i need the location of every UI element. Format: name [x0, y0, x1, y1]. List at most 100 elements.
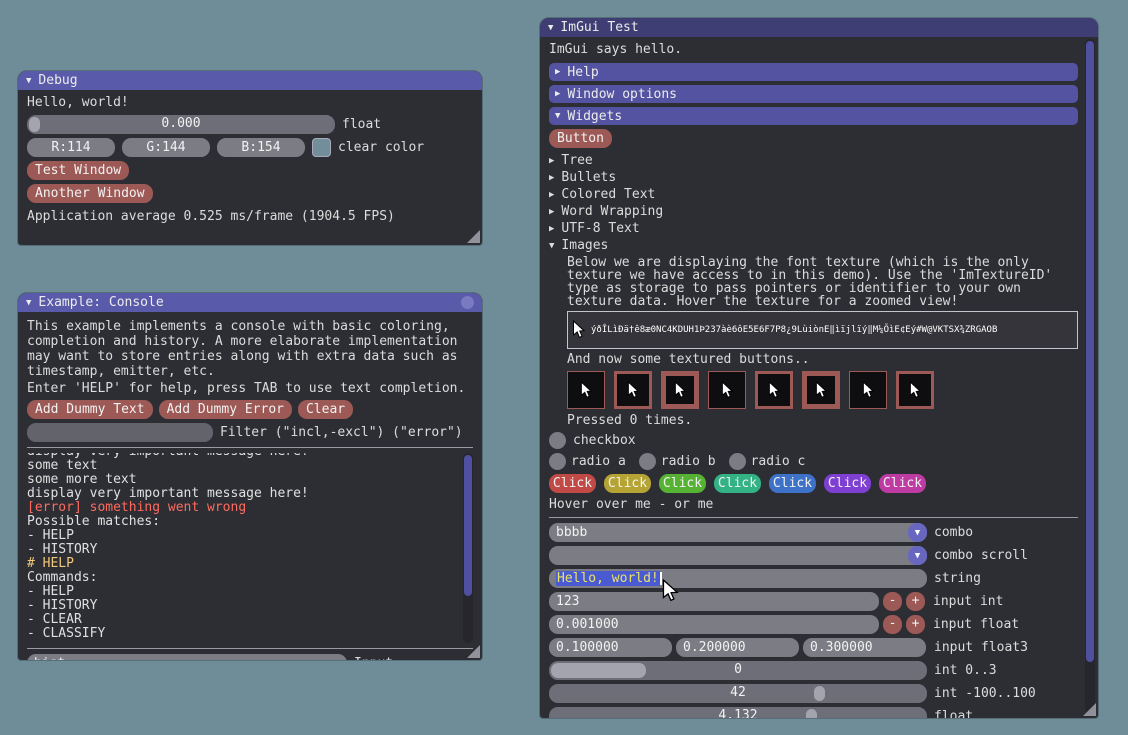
scrollbar-thumb[interactable] — [1086, 41, 1094, 662]
float3-x-value: 0.100000 — [556, 640, 619, 655]
log-line: some more text — [27, 473, 457, 487]
console-titlebar[interactable]: ▼ Example: Console — [18, 293, 482, 312]
combo-arrow-button[interactable]: ▼ — [908, 546, 927, 565]
int-range-slider[interactable]: 42 — [549, 684, 927, 703]
font-texture-image[interactable]: úÇf}·(ü)[]‖X¼ŷñ¾ÒÓÔÕÖ×ØÙÛ½¾šŽ8éê/â≤èbíìŷ… — [567, 311, 1078, 349]
log-line: # HELP — [27, 557, 457, 571]
float3-input-x[interactable]: 0.100000 — [549, 638, 672, 657]
image-button[interactable] — [802, 371, 840, 409]
command-input-value: hist — [34, 656, 65, 660]
cursor-icon — [815, 381, 827, 400]
tree-node-tree[interactable]: ▶ Tree — [549, 152, 1078, 169]
scrollbar[interactable] — [463, 453, 473, 643]
float-input[interactable]: 0.001000 — [549, 615, 879, 634]
window-options-header[interactable]: ▶ Window options — [549, 85, 1078, 103]
close-button[interactable] — [461, 296, 474, 309]
click-button-4[interactable]: Click — [714, 474, 761, 493]
color-g-drag[interactable]: G:144 — [122, 138, 210, 157]
log-line: - HELP — [27, 529, 457, 543]
color-b-value: B:154 — [241, 140, 280, 155]
float-slider[interactable]: 0.000 — [27, 115, 335, 134]
console-command-input[interactable]: hist — [27, 654, 347, 660]
cursor-icon — [768, 381, 780, 400]
debug-titlebar[interactable]: ▼ Debug — [18, 71, 482, 90]
log-line: some text — [27, 459, 457, 473]
image-button[interactable] — [614, 371, 652, 409]
console-input-label: Input — [354, 656, 393, 660]
log-line: - HISTORY — [27, 599, 457, 613]
log-line: - CLEAR — [27, 613, 457, 627]
filter-input[interactable] — [27, 423, 213, 442]
float-range-slider[interactable]: 4.132 — [549, 707, 927, 718]
resize-grip[interactable] — [467, 645, 480, 658]
resize-grip[interactable] — [467, 230, 480, 243]
float-slider-value: 0.000 — [27, 116, 335, 131]
collapse-arrow-icon[interactable]: ▼ — [26, 76, 31, 86]
clear-button[interactable]: Clear — [298, 400, 353, 419]
text-caret — [660, 572, 662, 585]
imgui-test-titlebar[interactable]: ▼ ImGui Test — [540, 18, 1098, 37]
resize-grip[interactable] — [1083, 703, 1096, 716]
radio-a-widget[interactable] — [549, 453, 566, 470]
image-buttons-row — [567, 371, 1078, 409]
radio-c-widget[interactable] — [729, 453, 746, 470]
image-button[interactable] — [896, 371, 934, 409]
scrollbar-thumb[interactable] — [464, 455, 472, 596]
hello-world-text: Hello, world! — [27, 95, 473, 110]
chevron-down-icon: ▼ — [915, 528, 920, 538]
click-button-6[interactable]: Click — [824, 474, 871, 493]
float-decrement-button[interactable]: - — [883, 615, 902, 634]
radio-b-widget[interactable] — [639, 453, 656, 470]
click-button-7[interactable]: Click — [879, 474, 926, 493]
int-input[interactable]: 123 — [549, 592, 879, 611]
image-button[interactable] — [661, 371, 699, 409]
add-dummy-error-button[interactable]: Add Dummy Error — [159, 400, 292, 419]
help-header[interactable]: ▶ Help — [549, 63, 1078, 81]
widgets-header[interactable]: ▼ Widgets — [549, 107, 1078, 125]
image-button[interactable] — [849, 371, 887, 409]
add-dummy-text-button[interactable]: Add Dummy Text — [27, 400, 153, 419]
collapse-arrow-icon[interactable]: ▼ — [26, 298, 31, 308]
int-decrement-button[interactable]: - — [883, 592, 902, 611]
console-log[interactable]: display very important message here! som… — [27, 453, 473, 643]
click-button-2[interactable]: Click — [604, 474, 651, 493]
tree-node-colored-text[interactable]: ▶ Colored Text — [549, 186, 1078, 203]
float3-input-y[interactable]: 0.200000 — [676, 638, 799, 657]
int-slider-label: int 0..3 — [934, 663, 997, 678]
image-button[interactable] — [708, 371, 746, 409]
click-button-3[interactable]: Click — [659, 474, 706, 493]
int-slider[interactable]: 0 — [549, 661, 927, 680]
scrollbar[interactable] — [1085, 39, 1095, 714]
another-window-button[interactable]: Another Window — [27, 184, 153, 203]
color-r-drag[interactable]: R:114 — [27, 138, 115, 157]
tree-node-utf8-text[interactable]: ▶ UTF-8 Text — [549, 220, 1078, 237]
combo-arrow-button[interactable]: ▼ — [908, 523, 927, 542]
checkbox-label: checkbox — [573, 433, 636, 448]
hover-text[interactable]: Hover over me - or me — [549, 497, 1078, 512]
window-title: ImGui Test — [560, 20, 638, 35]
button-widget[interactable]: Button — [549, 129, 612, 148]
checkbox-widget[interactable] — [549, 432, 566, 449]
image-button[interactable] — [755, 371, 793, 409]
tree-node-label: Bullets — [561, 170, 616, 185]
color-g-value: G:144 — [146, 140, 185, 155]
tree-arrow-icon: ▶ — [549, 207, 554, 217]
test-window-button[interactable]: Test Window — [27, 161, 129, 180]
color-swatch[interactable] — [312, 138, 331, 157]
float-increment-button[interactable]: + — [906, 615, 925, 634]
float3-input-z[interactable]: 0.300000 — [803, 638, 926, 657]
header-label: Window options — [567, 87, 677, 102]
color-b-drag[interactable]: B:154 — [217, 138, 305, 157]
click-button-1[interactable]: Click — [549, 474, 596, 493]
combo-select[interactable]: bbbb — [549, 523, 927, 542]
log-line: [error] something went wrong — [27, 501, 457, 515]
tree-node-bullets[interactable]: ▶ Bullets — [549, 169, 1078, 186]
click-button-5[interactable]: Click — [769, 474, 816, 493]
tree-node-images[interactable]: ▼ Images — [549, 237, 1078, 254]
collapse-arrow-icon[interactable]: ▼ — [548, 23, 553, 33]
string-input[interactable]: Hello, world! — [549, 569, 927, 588]
tree-node-word-wrapping[interactable]: ▶ Word Wrapping — [549, 203, 1078, 220]
image-button[interactable] — [567, 371, 605, 409]
int-increment-button[interactable]: + — [906, 592, 925, 611]
combo-scroll-select[interactable] — [549, 546, 927, 565]
